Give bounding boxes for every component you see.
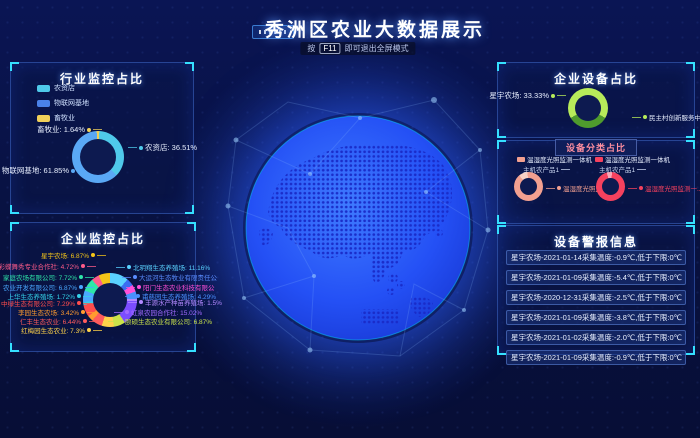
page-title: 秀洲区农业大数据展示	[265, 15, 485, 42]
chart-label: 红梅园生态农业: 7.3%	[21, 325, 102, 335]
dashboard: 秀洲区农业大数据展示 按 F11 即可退出全屏模式 行业监控占比 农资店 物联网…	[0, 0, 700, 438]
chart-label: 民主村创新服务中心:	[632, 112, 700, 122]
legend-swatch	[517, 157, 525, 162]
panel-title: 企业设备占比	[498, 70, 694, 87]
globe-graphic	[243, 113, 473, 343]
chart-label: 农资店: 36.51%	[128, 142, 197, 153]
device-class-left-donut[interactable]	[514, 172, 543, 201]
legend-item: 畜牧业	[37, 113, 89, 123]
legend-item: 农资店	[37, 83, 89, 93]
panel-alarms: 设备警报信息 星宇农场-2021-01-14采集温度:-0.9℃,低于下限:0℃…	[497, 225, 695, 355]
legend-item: 物联网基地	[37, 98, 89, 108]
legend-label: 畜牧业	[54, 113, 75, 123]
chart-label: 畜牧业: 1.64%	[37, 124, 102, 135]
chart-label: 颐硕生态农业有限公司: 6.87%	[108, 316, 212, 326]
chart-label: 星宇农场: 33.33%	[489, 90, 566, 101]
chart-label: 丰源水产种苗养殖场: 1.5%	[128, 297, 222, 307]
device-class-right-legend: 温湿度光照监测一体机	[595, 154, 670, 164]
industry-legend: 农资店 物联网基地 畜牧业	[37, 83, 89, 123]
tip-suffix: 即可退出全屏模式	[345, 43, 409, 54]
alarm-row[interactable]: 星宇农场-2020-12-31采集温度:-2.5℃,低于下限:0℃	[506, 290, 686, 305]
legend-label: 农资店	[54, 83, 75, 93]
device-class-right-donut[interactable]	[596, 172, 625, 201]
alarm-list: 星宇农场-2021-01-14采集温度:-0.9℃,低于下限:0℃ 星宇农场-2…	[506, 250, 686, 370]
chart-label: 星宇农场: 6.87%	[41, 250, 106, 260]
equipment-donut-chart[interactable]	[568, 88, 608, 128]
device-class-left-legend: 温湿度光照监测一体机	[517, 154, 592, 164]
tip-prefix: 按	[307, 43, 315, 54]
legend-swatch	[595, 157, 603, 162]
chart-label: 家庭农场有限公司: 7.72%	[3, 272, 94, 282]
chart-label: 大运河生态牧业有限责任公	[122, 272, 217, 282]
globe-svg	[243, 113, 473, 343]
alarm-row[interactable]: 星宇农场-2021-01-09采集温度:-5.4℃,低于下限:0℃	[506, 270, 686, 285]
chart-label: 北玥翔生态养殖场: 11.16%	[116, 262, 210, 272]
panel-title: 设备警报信息	[498, 233, 694, 250]
chart-label: 彩蝶舞秀专业合作社: 4.72%	[0, 261, 96, 271]
legend-label: 物联网基地	[54, 98, 89, 108]
alarm-row[interactable]: 星宇农场-2021-01-09采集温度:-0.9℃,低于下限:0℃	[506, 350, 686, 365]
chart-label: 温湿度光照监测一...	[628, 183, 700, 193]
panel-title: 企业监控占比	[11, 230, 195, 247]
legend-swatch	[37, 115, 50, 122]
fullscreen-tip: 按 F11 即可退出全屏模式	[300, 42, 415, 55]
alarm-row[interactable]: 星宇农场-2021-01-09采集温度:-3.8℃,低于下限:0℃	[506, 310, 686, 325]
legend-swatch	[37, 100, 50, 107]
chart-label: 物联网基地: 61.85%	[2, 165, 86, 176]
alarm-row[interactable]: 星宇农场-2021-01-02采集温度:-2.0℃,低于下限:0℃	[506, 330, 686, 345]
legend-swatch	[37, 85, 50, 92]
alarm-row[interactable]: 星宇农场-2021-01-14采集温度:-0.9℃,低于下限:0℃	[506, 250, 686, 265]
f11-key-badge: F11	[319, 43, 340, 54]
